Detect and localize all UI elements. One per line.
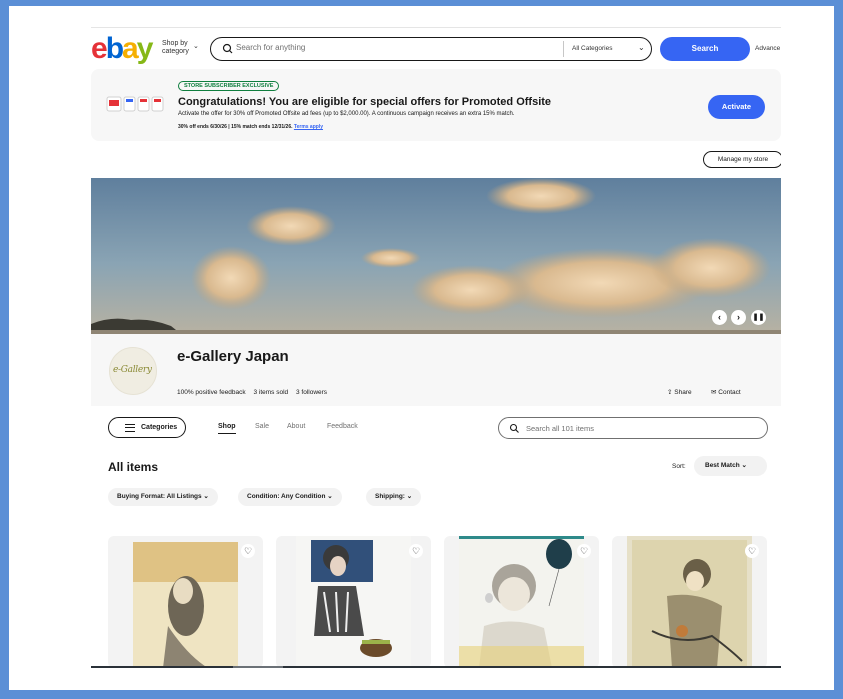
promo-fine-print: 30% off ends 6/30/26 | 15% match ends 12… xyxy=(178,124,323,130)
contact-button[interactable]: ✉ Contact xyxy=(711,388,741,396)
sort-dropdown[interactable]: Best Match ⌄ xyxy=(694,456,767,476)
chevron-down-icon: ⌄ xyxy=(404,493,413,500)
ebay-logo[interactable]: ebay xyxy=(91,34,153,64)
carousel-prev-button[interactable]: ‹ xyxy=(712,310,727,325)
scrollbar-thumb[interactable] xyxy=(233,666,283,668)
store-search-input[interactable]: Search all 101 items xyxy=(526,424,594,433)
item-image xyxy=(459,536,584,668)
item-grid: ♡ ♡ ♡ ♡ xyxy=(108,536,768,668)
search-button[interactable]: Search xyxy=(660,37,750,61)
heart-icon[interactable]: ♡ xyxy=(409,544,423,558)
search-bar[interactable]: Search for anything All Categories ⌄ xyxy=(210,37,652,61)
tab-feedback[interactable]: Feedback xyxy=(327,423,358,430)
category-select[interactable]: All Categories xyxy=(572,45,612,52)
promo-illustration xyxy=(106,96,164,112)
heart-icon[interactable]: ♡ xyxy=(577,544,591,558)
followers-stat: 3 followers xyxy=(295,389,328,396)
manage-my-store-button[interactable]: Manage my store xyxy=(703,151,781,168)
promo-title: Congratulations! You are eligible for sp… xyxy=(178,96,552,108)
item-card[interactable]: ♡ xyxy=(108,536,263,668)
store-nav: Categories Shop Sale About Feedback Sear… xyxy=(91,406,781,446)
store-search-bar[interactable]: Search all 101 items xyxy=(498,417,768,439)
carousel-pause-button[interactable]: ❚❚ xyxy=(751,310,766,325)
store-logo-text: e-Gallery xyxy=(113,365,152,375)
message-icon: ✉ xyxy=(711,389,717,396)
item-card[interactable]: ♡ xyxy=(612,536,767,668)
item-card[interactable]: ♡ xyxy=(444,536,599,668)
tab-shop[interactable]: Shop xyxy=(218,423,236,434)
item-image xyxy=(627,536,752,668)
items-sold-stat: 3 items sold xyxy=(253,389,289,396)
item-image xyxy=(133,542,238,668)
chevron-down-icon: ⌄ xyxy=(193,43,199,50)
advanced-search-link[interactable]: Advance xyxy=(755,45,780,52)
shipping-filter[interactable]: Shipping: ⌄ xyxy=(366,488,422,506)
store-stats: 100% positive feedback 3 items sold 3 fo… xyxy=(177,389,333,396)
heart-icon[interactable]: ♡ xyxy=(241,544,255,558)
store-info-panel: e-Gallery e-Gallery Japan 100% positive … xyxy=(91,334,781,406)
subscriber-badge: STORE SUBSCRIBER EXCLUSIVE xyxy=(178,81,280,91)
sort-label: Sort: xyxy=(672,463,686,470)
all-items-heading: All items xyxy=(108,460,159,474)
promo-description: Activate the offer for 30% off Promoted … xyxy=(178,111,515,117)
search-input[interactable]: Search for anything xyxy=(236,43,305,52)
top-strip xyxy=(91,16,781,28)
chevron-down-icon: ⌄ xyxy=(638,43,645,52)
horizontal-scrollbar[interactable] xyxy=(91,666,781,668)
terms-link[interactable]: Terms apply xyxy=(294,124,323,130)
search-icon xyxy=(509,423,519,433)
condition-filter[interactable]: Condition: Any Condition ⌄ xyxy=(238,488,342,506)
categories-button[interactable]: Categories xyxy=(108,417,186,438)
search-divider xyxy=(563,41,564,57)
store-avatar[interactable]: e-Gallery xyxy=(109,347,157,395)
buying-format-filter[interactable]: Buying Format: All Listings ⌄ xyxy=(108,488,218,506)
menu-icon xyxy=(125,424,135,432)
tab-about[interactable]: About xyxy=(287,423,305,430)
share-icon: ⇪ xyxy=(667,389,673,396)
search-icon xyxy=(222,43,233,54)
store-name: e-Gallery Japan xyxy=(177,348,289,365)
chevron-down-icon: ⌄ xyxy=(201,493,209,500)
chevron-down-icon: ⌄ xyxy=(325,493,333,500)
store-billboard-image xyxy=(91,178,781,334)
shop-by-category-label: Shop by category xyxy=(162,40,189,55)
item-card[interactable]: ♡ xyxy=(276,536,431,668)
shop-by-category-button[interactable]: Shop by category ⌄ xyxy=(162,40,199,56)
heart-icon[interactable]: ♡ xyxy=(745,544,759,558)
tab-sale[interactable]: Sale xyxy=(255,423,269,430)
share-button[interactable]: ⇪ Share xyxy=(667,388,692,396)
feedback-stat[interactable]: 100% positive feedback xyxy=(177,389,246,396)
activate-button[interactable]: Activate xyxy=(708,95,765,119)
item-image xyxy=(296,536,411,668)
carousel-next-button[interactable]: › xyxy=(731,310,746,325)
chevron-down-icon: ⌄ xyxy=(741,462,747,469)
promoted-offsite-banner: STORE SUBSCRIBER EXCLUSIVE Congratulatio… xyxy=(91,69,781,141)
ebay-store-page: ebay Shop by category ⌄ Search for anyth… xyxy=(91,16,781,668)
